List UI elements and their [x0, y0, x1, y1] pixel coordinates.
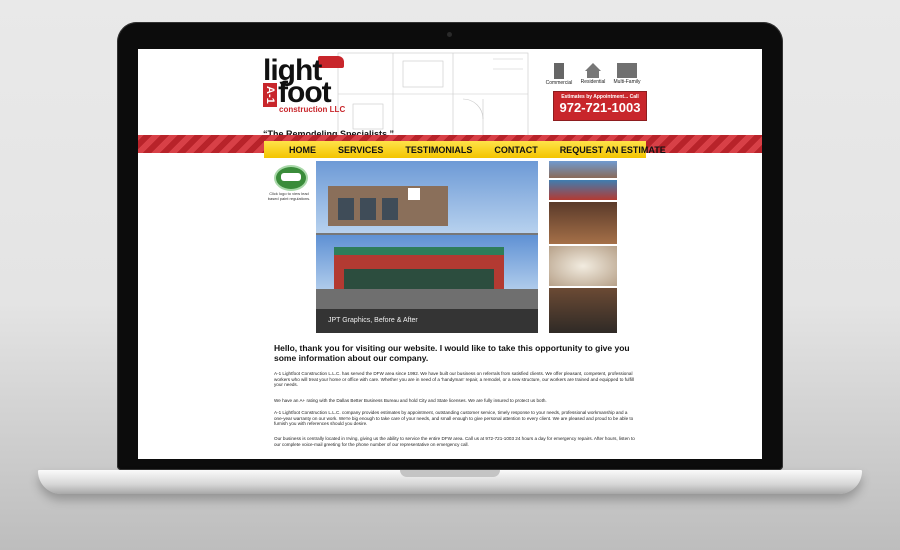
photo-caption: JPT Graphics, Before & After — [316, 309, 538, 333]
webcam-icon — [447, 32, 452, 37]
logo-text-construction: construction LLC — [279, 105, 346, 114]
thumbnail[interactable] — [549, 161, 617, 178]
logo-prefix: A-1 — [263, 83, 277, 107]
category-label: Residential — [580, 79, 606, 85]
nav-testimonials[interactable]: TESTIMONIALS — [405, 145, 472, 155]
photo-before-building — [328, 186, 448, 226]
intro-heading: Hello, thank you for visiting our websit… — [274, 343, 630, 363]
category-icons: Commercial Residential Multi-Family — [543, 63, 643, 89]
apartment-icon — [617, 63, 637, 78]
thumbnail[interactable] — [549, 246, 617, 286]
before-after-photo[interactable]: JPT Graphics, Before & After — [316, 161, 538, 333]
main-nav: HOME SERVICES TESTIMONIALS CONTACT REQUE… — [264, 141, 666, 158]
category-label: Multi-Family — [613, 79, 641, 85]
paragraph-2: We have an A+ rating with the Dallas Bet… — [274, 398, 547, 403]
house-icon — [585, 63, 601, 71]
thumbnail-strip — [549, 161, 617, 333]
thumbnail[interactable] — [549, 288, 617, 333]
content-area: Click logo to view lead based paint regu… — [264, 158, 646, 459]
epa-logo-icon[interactable] — [274, 165, 308, 191]
laptop-screen: light A-1 foot construction LLC “The Rem… — [138, 49, 762, 459]
paragraph-3: A-1 Lightfoot Construction L.L.C. compan… — [274, 410, 634, 427]
logo-text-foot: foot — [278, 76, 332, 109]
category-commercial[interactable]: Commercial — [543, 63, 575, 86]
paragraph-1: A-1 Lightfoot Construction L.L.C. has se… — [274, 371, 634, 388]
thumbnail[interactable] — [549, 180, 617, 200]
phone-box[interactable]: Estimates by Appointment... Call 972-721… — [553, 91, 647, 121]
nav-home[interactable]: HOME — [289, 145, 316, 155]
laptop-lid: light A-1 foot construction LLC “The Rem… — [117, 22, 783, 470]
site-header: light A-1 foot construction LLC “The Rem… — [138, 49, 762, 144]
hammer-icon — [318, 56, 344, 68]
laptop-base — [38, 470, 862, 494]
photo-road — [316, 289, 538, 309]
thumbnail[interactable] — [549, 202, 617, 244]
phone-number[interactable]: 972-721-1003 — [554, 100, 646, 115]
category-label: Commercial — [545, 80, 573, 86]
nav-contact[interactable]: CONTACT — [494, 145, 537, 155]
nav-request-estimate[interactable]: REQUEST AN ESTIMATE — [560, 145, 666, 155]
laptop-notch — [400, 470, 500, 477]
epa-caption: Click logo to view lead based paint regu… — [267, 191, 311, 201]
office-building-icon — [554, 63, 564, 79]
site-logo[interactable]: light A-1 foot construction LLC — [263, 56, 383, 136]
nav-services[interactable]: SERVICES — [338, 145, 383, 155]
category-multi-family[interactable]: Multi-Family — [611, 63, 643, 85]
category-residential[interactable]: Residential — [577, 63, 609, 85]
paragraph-4: Our business is centrally located in Irv… — [274, 436, 635, 447]
